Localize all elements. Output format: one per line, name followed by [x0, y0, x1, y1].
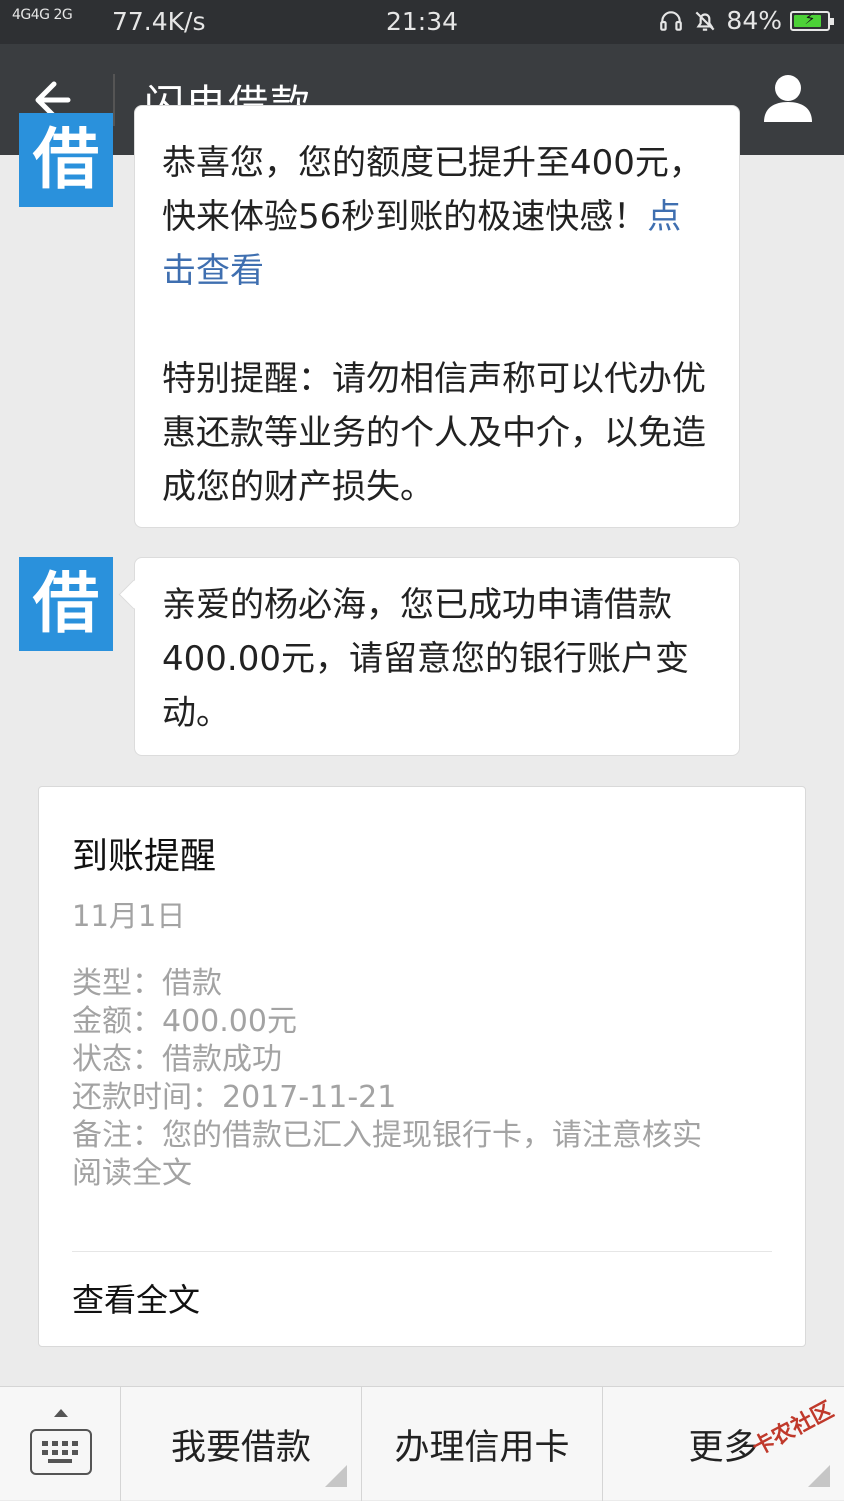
keyboard-icon	[30, 1429, 92, 1475]
arrival-reminder-card[interactable]: 到账提醒 11月1日 类型：借款 金额：400.00元 状态：借款成功 还款时间…	[38, 786, 806, 1347]
profile-button[interactable]	[762, 70, 814, 126]
detail-type: 类型：借款	[72, 966, 222, 1001]
message-text: 亲爱的杨必海，您已成功申请借款400.00元，请留意您的银行账户变动。	[162, 585, 689, 733]
bell-muted-icon	[695, 11, 715, 31]
menu-item-label: 办理信用卡	[394, 1427, 570, 1468]
card-divider	[72, 1251, 772, 1252]
menu-item-label: 更多	[688, 1427, 759, 1468]
card-details: 类型：借款 金额：400.00元 状态：借款成功 还款时间：2017-11-21…	[72, 965, 782, 1193]
read-all-text: 阅读全文	[72, 1156, 192, 1191]
card-date: 11月1日	[72, 899, 186, 933]
card-title: 到账提醒	[72, 836, 217, 877]
menu-item-label: 我要借款	[170, 1427, 311, 1468]
header-divider	[113, 74, 115, 126]
message-text: 恭喜您，您的额度已提升至400元，	[162, 143, 703, 183]
submenu-indicator-icon	[325, 1465, 347, 1487]
watermark-logo: 卡农社区	[748, 1397, 838, 1461]
message-bubble: 亲爱的杨必海，您已成功申请借款400.00元，请留意您的银行账户变动。	[118, 557, 740, 756]
detail-note: 备注：您的借款已汇入提现银行卡，请注意核实	[72, 1118, 702, 1153]
headset-icon	[660, 10, 683, 31]
message-text-line: 快来体验56秒到账的极速快感！	[162, 197, 648, 237]
status-right: 84% ⚡	[658, 6, 834, 35]
battery-percent: 84%	[726, 6, 782, 35]
status-bar: 4G4G 2G 77.4K/s 21:34 84% ⚡	[0, 0, 844, 44]
user-icon	[764, 75, 812, 122]
detail-amount: 金额：400.00元	[72, 1004, 297, 1039]
sender-avatar[interactable]: 借	[19, 557, 113, 651]
message-bubble: 恭喜您，您的额度已提升至400元， 快来体验56秒到账的极速快感！点击查看 特别…	[134, 105, 740, 528]
submenu-indicator-icon	[808, 1465, 830, 1487]
detail-status: 状态：借款成功	[72, 1042, 282, 1077]
message-text: 快来体验56秒到账的极速快感！点击查看	[162, 190, 713, 298]
menu-item-borrow[interactable]: 我要借款	[121, 1387, 362, 1501]
chevron-up-icon	[54, 1409, 68, 1417]
detail-repay-time: 还款时间：2017-11-21	[72, 1080, 397, 1115]
sender-avatar[interactable]: 借	[19, 113, 113, 207]
bottom-menu-bar: 我要借款 办理信用卡 更多 卡农社区	[0, 1386, 844, 1501]
menu-item-credit-card[interactable]: 办理信用卡	[362, 1387, 603, 1501]
battery-icon: ⚡	[790, 9, 834, 31]
reminder-text: 特别提醒：请勿相信声称可以代办优惠还款等业务的个人及中介，以免造成您的财产损失。	[162, 359, 706, 507]
view-full-text-link[interactable]: 查看全文	[72, 1275, 200, 1321]
keyboard-toggle-button[interactable]	[0, 1387, 121, 1501]
menu-item-more[interactable]: 更多 卡农社区	[603, 1387, 844, 1501]
